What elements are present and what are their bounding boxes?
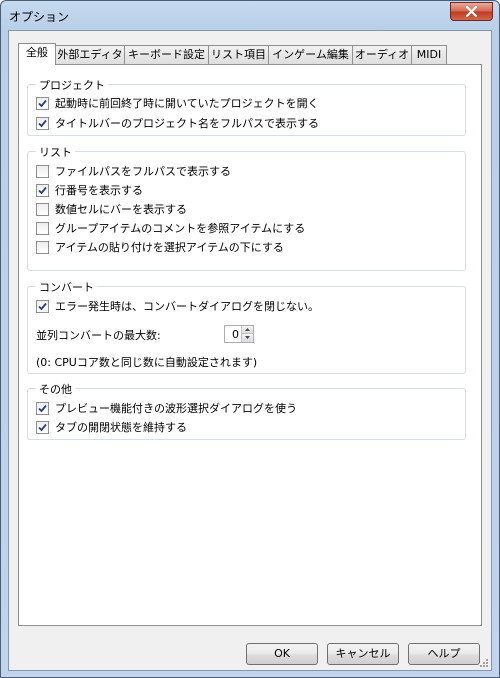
help-button[interactable]: ヘルプ: [408, 643, 480, 665]
stepper-value: 0: [232, 328, 239, 341]
checkbox-label: アイテムの貼り付けを選択アイテムの下にする: [55, 241, 284, 254]
tab-keyboard-settings[interactable]: キーボード設定: [124, 45, 209, 64]
group-title: プロジェクト: [36, 77, 108, 93]
check-icon: [38, 404, 47, 413]
title-bar[interactable]: オプション: [1, 1, 499, 30]
stepper-buttons: [241, 326, 253, 342]
parallel-convert-stepper[interactable]: 0: [224, 325, 254, 343]
parallel-convert-label: 並列コンバートの最大数:: [36, 329, 161, 342]
tab-label: オーディオ: [354, 48, 410, 61]
tab-external-editor[interactable]: 外部エディタ: [55, 45, 125, 64]
checkbox-label: ファイルパスをフルパスで表示する: [55, 165, 231, 178]
list-group: リスト ファイルパスをフルパスで表示する 行番号を表示する 数値セルにバーを表示…: [27, 144, 466, 271]
tab-midi[interactable]: MIDI: [411, 45, 447, 64]
check-icon: [38, 423, 47, 432]
checkbox-label: タブの開閉状態を維持する: [55, 421, 187, 434]
check-icon: [38, 119, 47, 128]
group-title: その他: [36, 381, 75, 397]
checkbox[interactable]: [36, 300, 49, 313]
cancel-button[interactable]: キャンセル: [327, 643, 399, 665]
stepper-up-button[interactable]: [241, 326, 253, 334]
checkbox-label: 行番号を表示する: [55, 184, 143, 197]
options-dialog: オプション 全般 外部エディタ キーボード設定 リスト項目 インゲーム編集 オー…: [0, 0, 500, 678]
tab-label: 全般: [26, 46, 48, 59]
checkbox[interactable]: [36, 222, 49, 235]
checkbox-label: プレビュー機能付きの波形選択ダイアログを使う: [55, 402, 297, 415]
check-icon: [38, 186, 47, 195]
tab-label: リスト項目: [211, 48, 266, 61]
checkbox[interactable]: [36, 203, 49, 216]
checkbox[interactable]: [36, 97, 49, 110]
check-icon: [38, 302, 47, 311]
checkbox-label: グループアイテムのコメントを参照アイテムにする: [55, 222, 306, 235]
checkbox[interactable]: [36, 241, 49, 254]
stepper-down-button[interactable]: [241, 334, 253, 342]
tab-list-items[interactable]: リスト項目: [208, 45, 269, 64]
convert-group: コンバート エラー発生時は、コンバートダイアログを閉じない。 並列コンバートの最…: [27, 279, 466, 374]
checkbox-label: 起動時に前回終了時に開いていたプロジェクトを開く: [55, 97, 319, 110]
group-title: コンバート: [36, 279, 97, 295]
resize-grip-icon[interactable]: [478, 657, 489, 668]
checkbox[interactable]: [36, 421, 49, 434]
tab-label: MIDI: [416, 48, 442, 61]
checkbox[interactable]: [36, 402, 49, 415]
checkbox[interactable]: [36, 184, 49, 197]
checkbox[interactable]: [36, 117, 49, 130]
parallel-convert-note: (0: CPUコア数と同じ数に自動設定されます): [36, 356, 258, 369]
ok-button[interactable]: OK: [246, 643, 318, 665]
check-icon: [38, 99, 47, 108]
project-group: プロジェクト 起動時に前回終了時に開いていたプロジェクトを開く タイトルバーのプ…: [27, 77, 466, 136]
chevron-down-icon: [245, 336, 250, 339]
dialog-client-area: 全般 外部エディタ キーボード設定 リスト項目 インゲーム編集 オーディオ MI…: [8, 30, 492, 671]
checkbox[interactable]: [36, 165, 49, 178]
general-tab-panel: プロジェクト 起動時に前回終了時に開いていたプロジェクトを開く タイトルバーのプ…: [18, 64, 482, 626]
tab-label: 外部エディタ: [57, 48, 123, 61]
tab-general[interactable]: 全般: [18, 43, 56, 65]
checkbox-label: エラー発生時は、コンバートダイアログを閉じない。: [55, 300, 319, 313]
checkbox-label: 数値セルにバーを表示する: [55, 203, 187, 216]
other-group: その他 プレビュー機能付きの波形選択ダイアログを使う タブの開閉状態を維持する: [27, 381, 466, 440]
checkbox-label: タイトルバーのプロジェクト名をフルパスで表示する: [55, 117, 319, 130]
window-title: オプション: [9, 10, 70, 24]
close-button[interactable]: [450, 2, 493, 21]
tab-ingame-edit[interactable]: インゲーム編集: [268, 45, 353, 64]
group-title: リスト: [36, 144, 75, 160]
tab-label: インゲーム編集: [272, 48, 349, 61]
tab-audio[interactable]: オーディオ: [352, 45, 412, 64]
chevron-up-icon: [245, 328, 250, 331]
close-icon: [465, 6, 478, 17]
tab-label: キーボード設定: [128, 48, 205, 61]
